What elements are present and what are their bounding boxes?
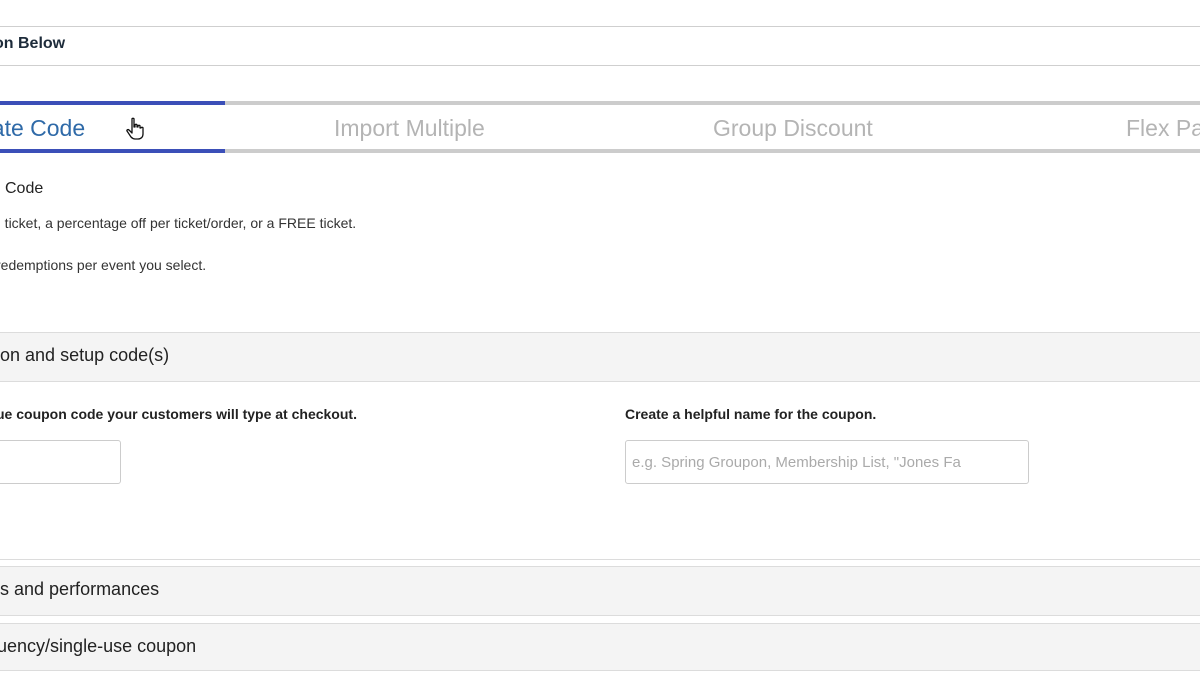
intro-description-1: ch ticket, a percentage off per ticket/o… <box>0 215 357 231</box>
tab-create-code[interactable]: eate Code <box>0 101 225 153</box>
tab-label: Import Multiple <box>334 115 485 141</box>
panel-frequency-header[interactable]: quency/single-use coupon <box>0 623 1200 671</box>
coupon-code-label: ue coupon code your customers will type … <box>0 406 357 422</box>
intro-description-2: redemptions per event you select. <box>0 257 207 273</box>
section-title: on Below <box>0 35 66 52</box>
coupon-name-label: Create a helpful name for the coupon. <box>625 406 877 422</box>
panel-events-header[interactable]: nts and performances <box>0 566 1200 616</box>
panel-setup-code-header[interactable]: pon and setup code(s) <box>0 332 1200 382</box>
panel-title: pon and setup code(s) <box>0 345 170 365</box>
page: on Below eate Code Import Multiple Group… <box>0 0 1200 675</box>
intro-heading: Code <box>5 180 44 197</box>
tab-label: Flex Pa <box>1126 115 1200 141</box>
panel-title: quency/single-use coupon <box>0 636 197 656</box>
tab-import-multiple[interactable]: Import Multiple <box>225 101 607 153</box>
panel-title: nts and performances <box>0 579 160 599</box>
tab-label: Group Discount <box>713 115 873 141</box>
section-header: on Below <box>0 26 1200 66</box>
tab-group-discount[interactable]: Group Discount <box>607 101 988 153</box>
panel-divider <box>0 559 1200 560</box>
coupon-name-input[interactable] <box>625 440 1029 484</box>
tab-label: eate Code <box>0 115 86 141</box>
tab-flex-pass[interactable]: Flex Pa <box>988 101 1200 153</box>
coupon-type-tabs: eate Code Import Multiple Group Discount… <box>0 101 1200 153</box>
hand-pointer-icon <box>126 117 144 140</box>
coupon-code-input[interactable] <box>0 440 121 484</box>
